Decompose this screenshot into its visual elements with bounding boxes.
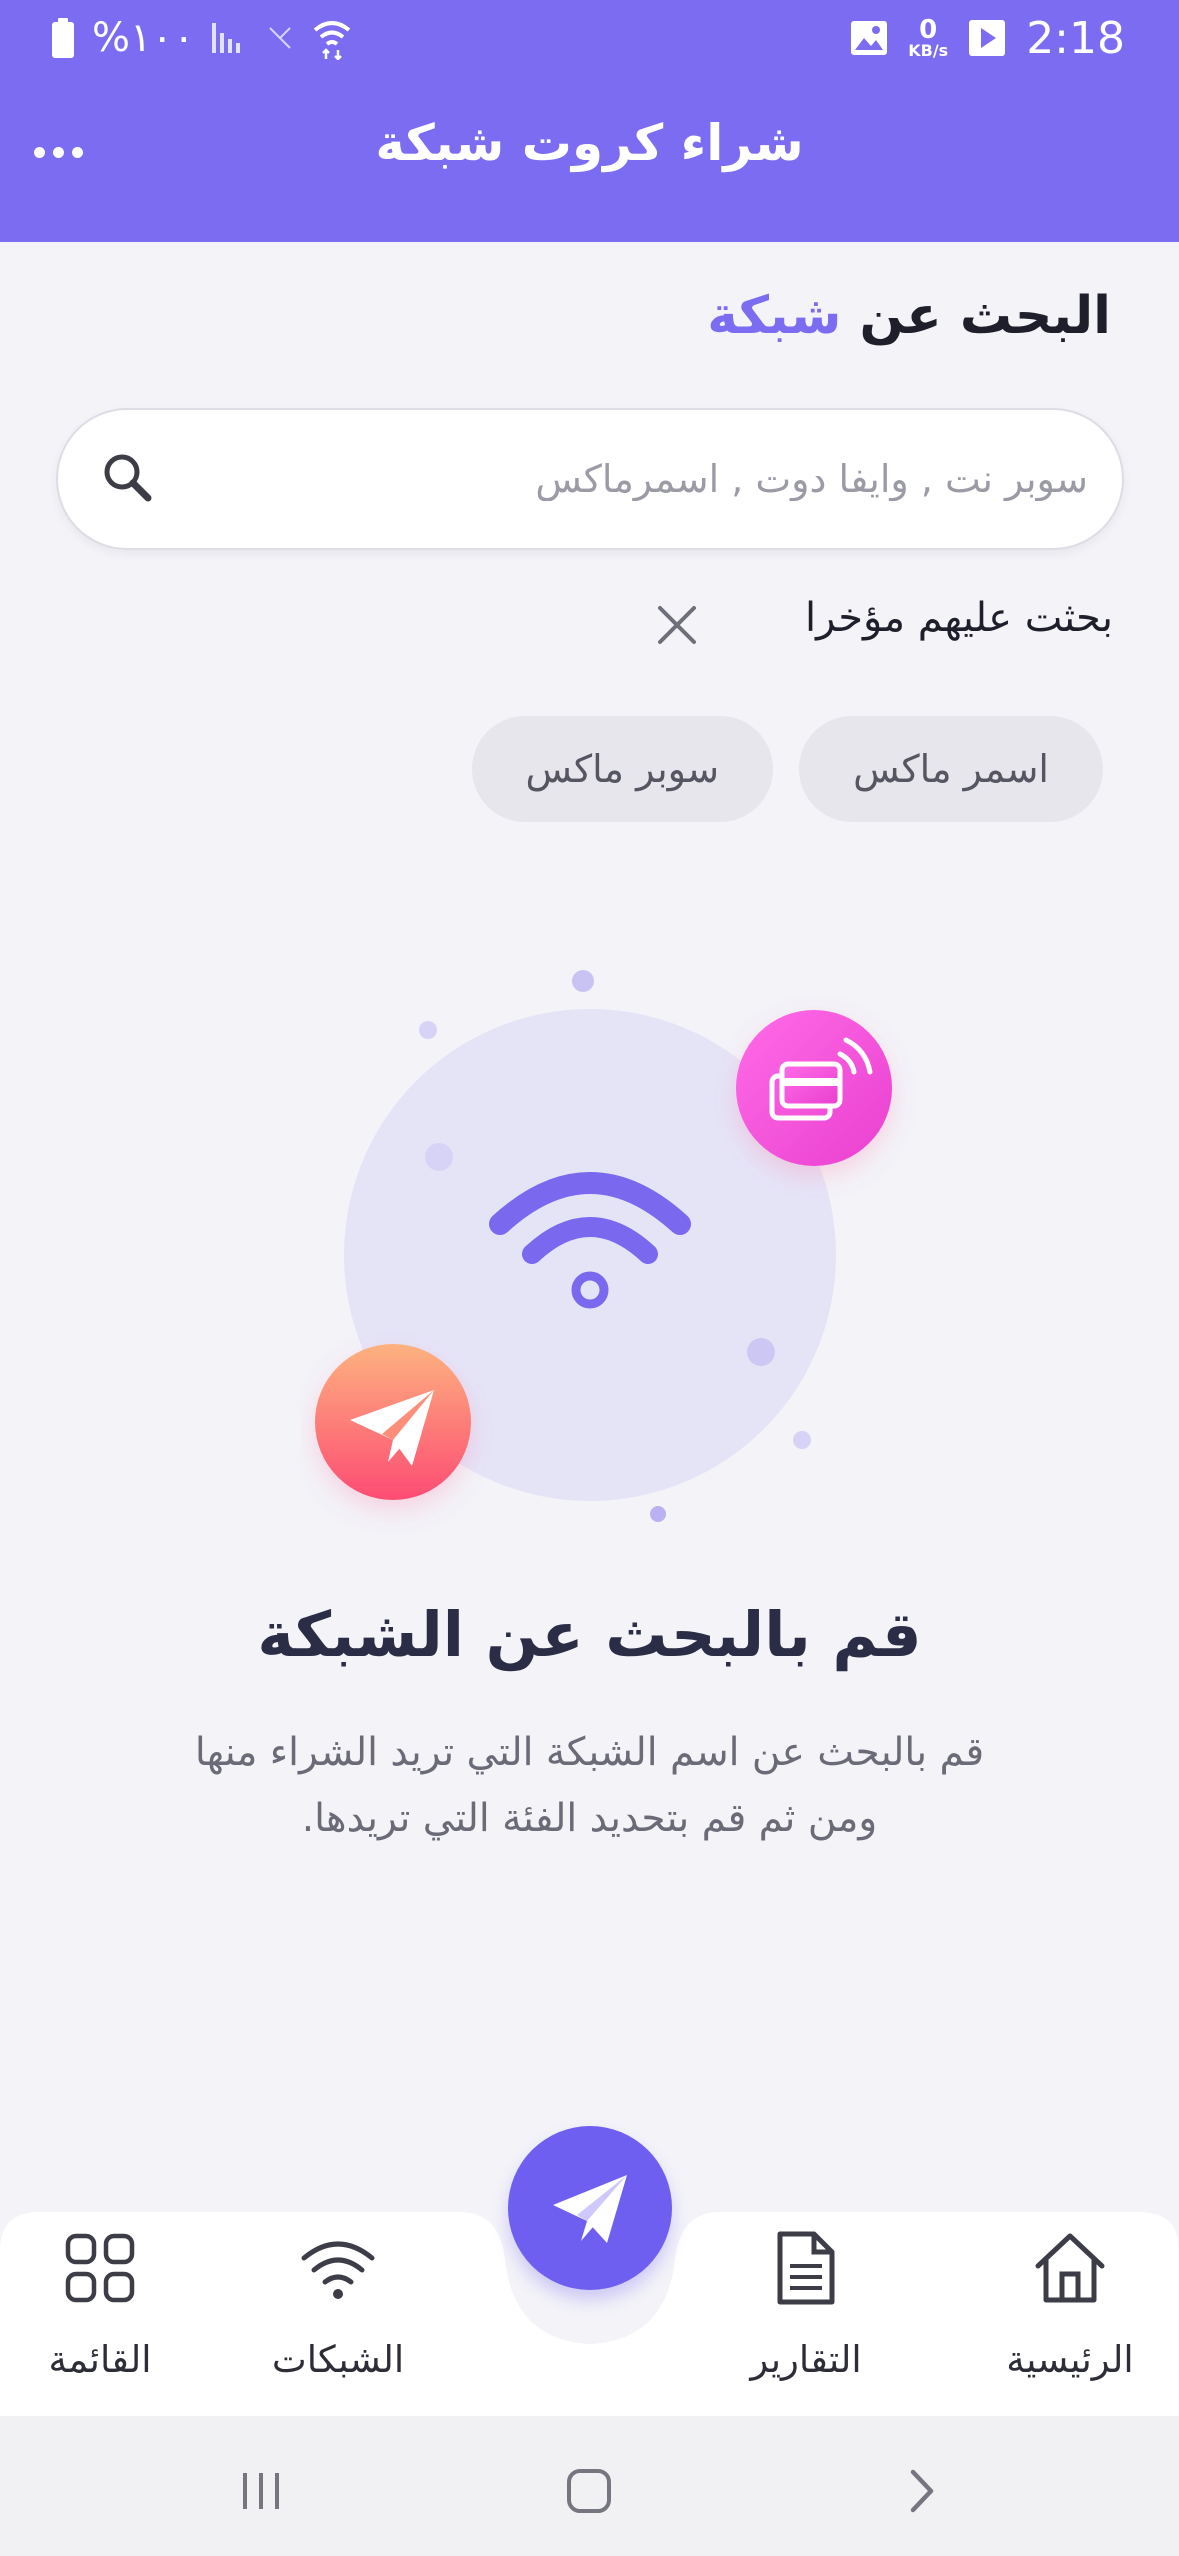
recent-apps-button[interactable] [226, 2456, 296, 2526]
more-dot-icon [52, 146, 64, 158]
paper-plane-icon [553, 2175, 627, 2243]
app-bar: شراء كروت شبكة [0, 100, 1179, 200]
decor-dot [425, 1143, 453, 1171]
recent-apps-icon [243, 2473, 279, 2509]
status-bar: %١٠٠ 0 KB/s 2:18 [0, 0, 1179, 78]
decor-dot [572, 970, 594, 992]
clear-recent-button[interactable] [646, 594, 708, 656]
back-system-button[interactable] [886, 2456, 956, 2526]
document-icon [777, 2231, 835, 2305]
battery-icon [52, 18, 74, 58]
empty-state-title: قم بالبحث عن الشبكة [257, 1598, 922, 1671]
decor-dot [650, 1506, 666, 1522]
search-icon[interactable] [98, 448, 160, 510]
clock: 2:18 [1026, 12, 1125, 64]
image-notification-icon [851, 21, 888, 55]
more-dot-icon [33, 146, 45, 158]
no-sim-icon [269, 27, 292, 49]
nav-item-networks[interactable]: الشبكات [228, 2228, 448, 2408]
decor-dot [747, 1338, 775, 1366]
search-box [56, 408, 1124, 550]
empty-state-description: قم بالبحث عن اسم الشبكة التي تريد الشراء… [194, 1730, 985, 1841]
battery-percentage: %١٠٠ [92, 15, 195, 61]
card-wireless-badge [736, 1010, 892, 1166]
nav-item-home[interactable]: الرئيسية [960, 2228, 1179, 2408]
grid-menu-icon [65, 2233, 135, 2303]
nav-label-home: الرئيسية [1006, 2338, 1134, 2381]
signal-icon [212, 23, 241, 53]
system-navigation-bar [0, 2416, 1179, 2556]
search-heading: البحث عن شبكة [707, 286, 1111, 346]
more-dot-icon [71, 146, 83, 158]
paper-plane-badge [315, 1344, 471, 1500]
recent-searches-list: اسمر ماكس سوبر ماكس [471, 716, 1103, 822]
nav-label-reports: التقارير [750, 2338, 862, 2381]
home-icon [1035, 2233, 1105, 2303]
search-heading-accent: شبكة [707, 286, 842, 346]
recent-search-chip[interactable]: اسمر ماكس [799, 716, 1103, 822]
nav-label-menu: القائمة [48, 2338, 152, 2381]
play-notification-icon [969, 20, 1006, 56]
home-system-button[interactable] [554, 2456, 624, 2526]
chevron-right-icon [910, 2469, 934, 2513]
search-heading-prefix: البحث عن [859, 286, 1111, 346]
search-input[interactable] [178, 410, 1088, 548]
decor-dot [419, 1021, 437, 1039]
decor-dot [793, 1431, 811, 1449]
recent-search-chip[interactable]: سوبر ماكس [471, 716, 774, 822]
page-title: شراء كروت شبكة [375, 114, 804, 172]
send-action-button[interactable] [508, 2126, 672, 2290]
wifi-status-icon [314, 21, 351, 60]
close-icon [658, 606, 696, 644]
app-header: %١٠٠ 0 KB/s 2:18 شراء كروت شبكة [0, 0, 1179, 242]
network-search-illustration [315, 970, 892, 1522]
nav-label-networks: الشبكات [271, 2338, 405, 2381]
data-speed: 0 KB/s [908, 15, 949, 60]
recent-searches-label: بحثت عليهم مؤخرا [805, 595, 1113, 641]
nav-item-menu[interactable]: القائمة [0, 2228, 210, 2408]
home-square-icon [567, 2469, 611, 2513]
more-options-button[interactable] [22, 122, 94, 182]
nav-item-reports[interactable]: التقارير [696, 2228, 916, 2408]
wifi-icon [301, 2241, 375, 2299]
